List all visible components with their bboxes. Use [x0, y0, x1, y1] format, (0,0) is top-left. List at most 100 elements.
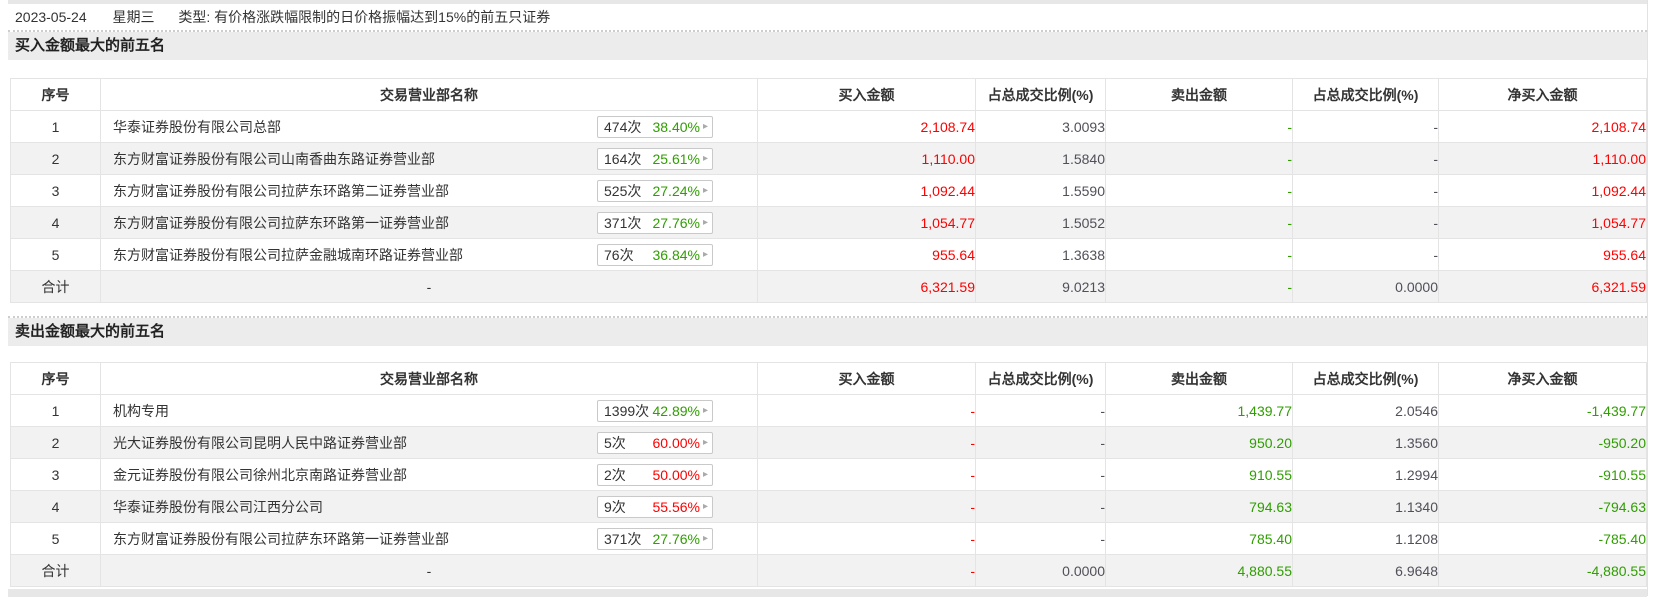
chevron-right-icon: ▸ [702, 152, 708, 164]
buy-amount: 2,108.74 [757, 110, 976, 143]
col-header-branch: 交易营业部名称 [100, 78, 758, 111]
chevron-right-icon: ▸ [702, 248, 708, 260]
appearance-count: 1399次 [604, 402, 650, 419]
col-header-seq: 序号 [10, 362, 101, 395]
buy-ratio: - [975, 458, 1106, 491]
win-rate: 25.61% [652, 150, 700, 167]
buy-ratio: 1.5840 [975, 142, 1106, 175]
branch-name-link[interactable]: 光大证券股份有限公司昆明人民中路证券营业部 [113, 433, 407, 453]
col-header-sell-ratio: 占总成交比例(%) [1292, 78, 1439, 111]
total-row: 合计 - - 0.0000 4,880.55 6.9648 -4,880.55 [10, 554, 1647, 587]
sell-amount: - [1105, 110, 1293, 143]
table-row: 4 东方财富证券股份有限公司拉萨东环路第一证券营业部 371次 27.76% ▸… [10, 206, 1647, 239]
lhb-count-badge[interactable]: 9次 55.56% ▸ [597, 495, 713, 518]
total-sell-ratio: 6.9648 [1292, 554, 1439, 587]
buy-top5-table: 序号 交易营业部名称 买入金额 占总成交比例(%) 卖出金额 占总成交比例(%)… [10, 78, 1647, 303]
chevron-right-icon: ▸ [702, 120, 708, 132]
appearance-count: 5次 [604, 434, 626, 451]
buy-amount: - [757, 522, 976, 555]
sell-ratio: 1.1340 [1292, 490, 1439, 523]
chevron-right-icon: ▸ [702, 184, 708, 196]
sell-ratio: 1.2994 [1292, 458, 1439, 491]
sell-top5-table: 序号 交易营业部名称 买入金额 占总成交比例(%) 卖出金额 占总成交比例(%)… [10, 362, 1647, 587]
buy-amount: - [757, 394, 976, 427]
buy-amount: 1,110.00 [757, 142, 976, 175]
lhb-count-badge[interactable]: 2次 50.00% ▸ [597, 463, 713, 486]
chevron-right-icon: ▸ [702, 532, 708, 544]
table-row: 1 机构专用 1399次 42.89% ▸ - - 1,439.77 2.054… [10, 394, 1647, 427]
rank-cell: 1 [10, 394, 101, 427]
section-title-text: 卖出金额最大的前五名 [15, 323, 166, 340]
lhb-count-badge[interactable]: 371次 27.76% ▸ [597, 211, 713, 234]
col-header-buy-ratio: 占总成交比例(%) [975, 78, 1106, 111]
table-row: 5 东方财富证券股份有限公司拉萨东环路第一证券营业部 371次 27.76% ▸… [10, 522, 1647, 555]
info-bar: 2023-05-24 星期三 类型: 有价格涨跌幅限制的日价格振幅达到15%的前… [8, 4, 1647, 30]
net-amount: -910.55 [1438, 458, 1647, 491]
rank-cell: 1 [10, 110, 101, 143]
lhb-count-badge[interactable]: 474次 38.40% ▸ [597, 115, 713, 138]
win-rate: 36.84% [652, 246, 700, 263]
branch-name-link[interactable]: 机构专用 [113, 401, 169, 421]
sell-ratio: - [1292, 238, 1439, 271]
col-header-sell: 卖出金额 [1105, 362, 1293, 395]
table-row: 5 东方财富证券股份有限公司拉萨金融城南环路证券营业部 76次 36.84% ▸… [10, 238, 1647, 271]
appearance-count: 9次 [604, 498, 626, 515]
chevron-right-icon: ▸ [702, 500, 708, 512]
section-title-buy: 买入金额最大的前五名 [8, 32, 1647, 60]
total-sell-amount: - [1105, 270, 1293, 303]
sell-ratio: 1.1208 [1292, 522, 1439, 555]
branch-name-link[interactable]: 东方财富证券股份有限公司拉萨东环路第一证券营业部 [113, 213, 449, 233]
branch-name-link[interactable]: 金元证券股份有限公司徐州北京南路证券营业部 [113, 465, 407, 485]
branch-name-link[interactable]: 华泰证券股份有限公司江西分公司 [113, 497, 323, 517]
win-rate: 27.76% [652, 530, 700, 547]
buy-ratio: - [975, 394, 1106, 427]
branch-name-link[interactable]: 东方财富证券股份有限公司拉萨东环路第二证券营业部 [113, 181, 449, 201]
sell-ratio: 2.0546 [1292, 394, 1439, 427]
total-buy-amount: 6,321.59 [757, 270, 976, 303]
lhb-count-badge[interactable]: 76次 36.84% ▸ [597, 243, 713, 266]
appearance-count: 371次 [604, 214, 642, 231]
rank-cell: 4 [10, 206, 101, 239]
branch-name-link[interactable]: 东方财富证券股份有限公司山南香曲东路证券营业部 [113, 149, 435, 169]
rank-cell: 2 [10, 142, 101, 175]
col-header-buy: 买入金额 [757, 78, 976, 111]
lhb-count-badge[interactable]: 5次 60.00% ▸ [597, 431, 713, 454]
buy-amount: - [757, 426, 976, 459]
total-branch-placeholder: - [100, 270, 758, 303]
sell-ratio: - [1292, 206, 1439, 239]
buy-ratio: - [975, 426, 1106, 459]
table-row: 2 东方财富证券股份有限公司山南香曲东路证券营业部 164次 25.61% ▸ … [10, 142, 1647, 175]
win-rate: 27.24% [652, 182, 700, 199]
col-header-sell-ratio: 占总成交比例(%) [1292, 362, 1439, 395]
win-rate: 27.76% [652, 214, 700, 231]
table-row: 3 东方财富证券股份有限公司拉萨东环路第二证券营业部 525次 27.24% ▸… [10, 174, 1647, 207]
table-header-row: 序号 交易营业部名称 买入金额 占总成交比例(%) 卖出金额 占总成交比例(%)… [10, 78, 1647, 111]
col-header-net: 净买入金额 [1438, 78, 1647, 111]
chevron-right-icon: ▸ [702, 436, 708, 448]
net-amount: -950.20 [1438, 426, 1647, 459]
buy-ratio: - [975, 522, 1106, 555]
table-row: 4 华泰证券股份有限公司江西分公司 9次 55.56% ▸ - - 794.63… [10, 490, 1647, 523]
lhb-page: 2023-05-24 星期三 类型: 有价格涨跌幅限制的日价格振幅达到15%的前… [8, 0, 1648, 597]
sell-ratio: - [1292, 110, 1439, 143]
lhb-count-badge[interactable]: 164次 25.61% ▸ [597, 147, 713, 170]
buy-ratio: - [975, 490, 1106, 523]
lhb-count-badge[interactable]: 525次 27.24% ▸ [597, 179, 713, 202]
appearance-count: 371次 [604, 530, 642, 547]
total-label: 合计 [10, 554, 101, 587]
net-amount: -785.40 [1438, 522, 1647, 555]
col-header-buy: 买入金额 [757, 362, 976, 395]
lhb-count-badge[interactable]: 1399次 42.89% ▸ [597, 399, 713, 422]
sell-amount: 785.40 [1105, 522, 1293, 555]
table-header-row: 序号 交易营业部名称 买入金额 占总成交比例(%) 卖出金额 占总成交比例(%)… [10, 362, 1647, 395]
branch-name-link[interactable]: 东方财富证券股份有限公司拉萨金融城南环路证券营业部 [113, 245, 463, 265]
total-buy-ratio: 9.0213 [975, 270, 1106, 303]
sell-amount: 950.20 [1105, 426, 1293, 459]
branch-name-link[interactable]: 东方财富证券股份有限公司拉萨东环路第一证券营业部 [113, 529, 449, 549]
lhb-count-badge[interactable]: 371次 27.76% ▸ [597, 527, 713, 550]
sell-amount: - [1105, 206, 1293, 239]
buy-ratio: 1.5590 [975, 174, 1106, 207]
branch-name-link[interactable]: 华泰证券股份有限公司总部 [113, 117, 281, 137]
total-branch-placeholder: - [100, 554, 758, 587]
rank-cell: 2 [10, 426, 101, 459]
